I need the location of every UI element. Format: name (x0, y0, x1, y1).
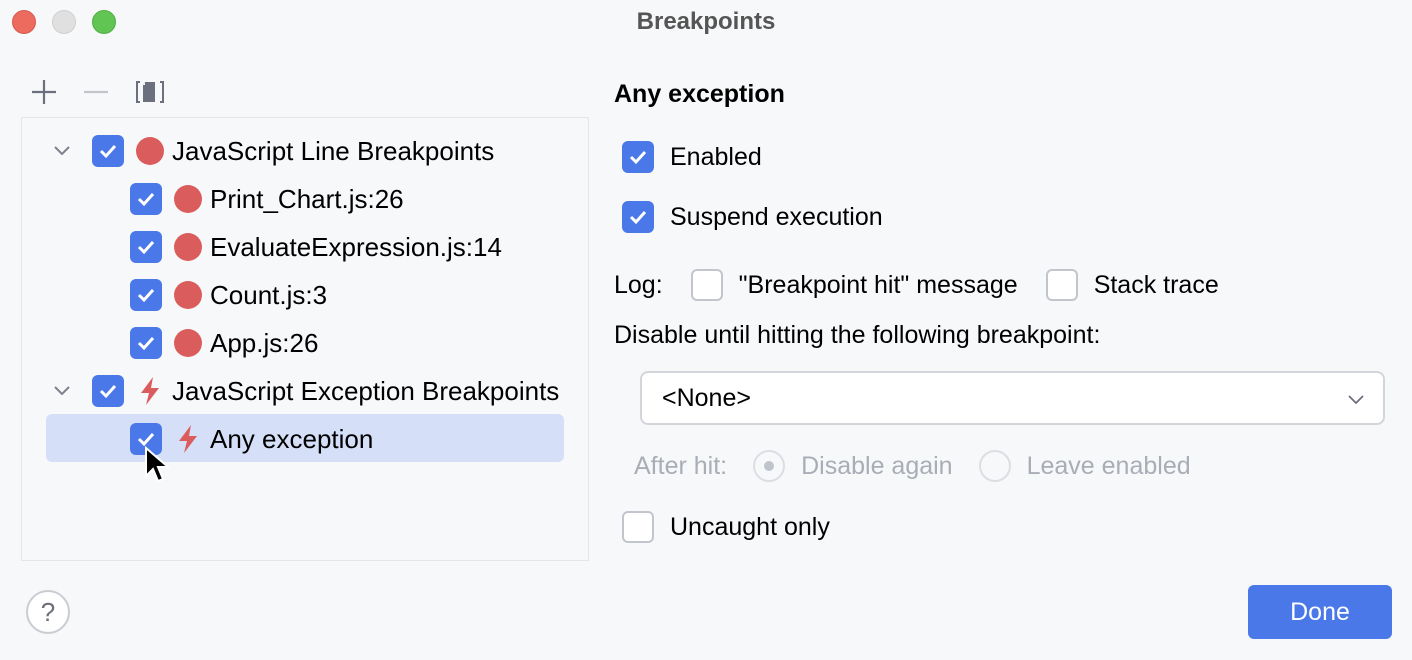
checkmark-icon (99, 384, 117, 399)
item-label: Any exception (210, 423, 374, 454)
breakpoint-dot-icon (174, 329, 202, 357)
item-checkbox[interactable] (130, 327, 162, 359)
group-checkbox[interactable] (92, 135, 124, 167)
breakpoint-dot-icon (174, 233, 202, 261)
checkmark-icon (629, 150, 647, 165)
radio-leave-enabled[interactable] (978, 450, 1011, 482)
tree-item[interactable]: EvaluateExpression.js:14 (130, 223, 502, 271)
log-label: Log: (614, 270, 663, 299)
item-checkbox[interactable] (130, 279, 162, 311)
breakpoint-dot-icon (136, 137, 164, 165)
breakpoint-dot-icon (174, 281, 202, 309)
disable-until-dropdown[interactable]: <None> (640, 371, 1385, 425)
uncaught-option[interactable]: Uncaught only (622, 511, 830, 543)
help-icon: ? (40, 596, 56, 627)
group-label: JavaScript Line Breakpoints (172, 135, 495, 166)
item-label: App.js:26 (210, 327, 319, 358)
item-checkbox[interactable] (130, 231, 162, 263)
checkmark-icon (137, 240, 155, 255)
group-by-file-icon (136, 81, 164, 103)
add-breakpoint-button[interactable] (28, 76, 60, 108)
mouse-cursor-icon (145, 446, 170, 483)
stack-trace-label: Stack trace (1093, 270, 1219, 299)
log-row: Log: "Breakpoint hit" message Stack trac… (614, 269, 1219, 301)
disable-until-label: Disable until hitting the following brea… (614, 321, 1101, 349)
breakpoint-dot-icon (174, 185, 202, 213)
disable-again-label: Disable again (801, 451, 953, 480)
breakpoints-tree[interactable]: JavaScript Line Breakpoints Print_Chart.… (21, 117, 589, 561)
stack-trace-checkbox[interactable] (1045, 269, 1078, 301)
item-label: Print_Chart.js:26 (210, 183, 404, 214)
radio-disable-again[interactable] (753, 450, 786, 482)
uncaught-checkbox[interactable] (622, 511, 654, 543)
plus-icon (32, 80, 56, 104)
tree-item[interactable]: App.js:26 (130, 319, 318, 367)
done-button[interactable]: Done (1248, 585, 1392, 639)
exception-bolt-icon (136, 375, 164, 407)
tree-item[interactable]: Count.js:3 (130, 271, 327, 319)
minus-icon (84, 90, 108, 94)
exception-bolt-icon (174, 423, 202, 455)
help-button[interactable]: ? (26, 590, 70, 634)
item-label: EvaluateExpression.js:14 (210, 231, 502, 262)
item-label: Count.js:3 (210, 279, 328, 310)
title-bar: Breakpoints (0, 0, 1412, 44)
group-by-file-button[interactable] (134, 76, 166, 108)
enabled-checkbox[interactable] (622, 141, 654, 173)
suspend-label: Suspend execution (670, 202, 883, 231)
group-checkbox[interactable] (92, 375, 124, 407)
suspend-option[interactable]: Suspend execution (622, 201, 883, 233)
dropdown-value: <None> (662, 383, 751, 412)
suspend-checkbox[interactable] (622, 201, 654, 233)
group-label: JavaScript Exception Breakpoints (172, 375, 560, 406)
checkmark-icon (137, 288, 155, 303)
after-hit-label: After hit: (634, 451, 728, 480)
chevron-down-icon (1347, 388, 1365, 417)
checkmark-icon (137, 192, 155, 207)
after-hit-row: After hit: Disable again Leave enabled (634, 450, 1191, 482)
checkmark-icon (137, 336, 155, 351)
log-message-checkbox[interactable] (690, 269, 723, 301)
checkmark-icon (99, 144, 117, 159)
item-checkbox[interactable] (130, 183, 162, 215)
enabled-label: Enabled (670, 142, 762, 171)
log-message-label: "Breakpoint hit" message (738, 270, 1018, 299)
tree-item[interactable]: Print_Chart.js:26 (130, 175, 404, 223)
chevron-down-icon[interactable] (48, 377, 76, 405)
uncaught-label: Uncaught only (670, 512, 830, 541)
leave-enabled-label: Leave enabled (1026, 451, 1191, 480)
remove-breakpoint-button[interactable] (80, 76, 112, 108)
checkmark-icon (137, 432, 155, 447)
window-title: Breakpoints (636, 8, 776, 35)
details-title: Any exception (614, 80, 785, 108)
checkmark-icon (629, 210, 647, 225)
chevron-down-icon[interactable] (48, 137, 76, 165)
tree-group-line-breakpoints[interactable]: JavaScript Line Breakpoints (48, 127, 494, 175)
enabled-option[interactable]: Enabled (622, 141, 762, 173)
tree-group-exception-breakpoints[interactable]: JavaScript Exception Breakpoints (48, 367, 559, 415)
